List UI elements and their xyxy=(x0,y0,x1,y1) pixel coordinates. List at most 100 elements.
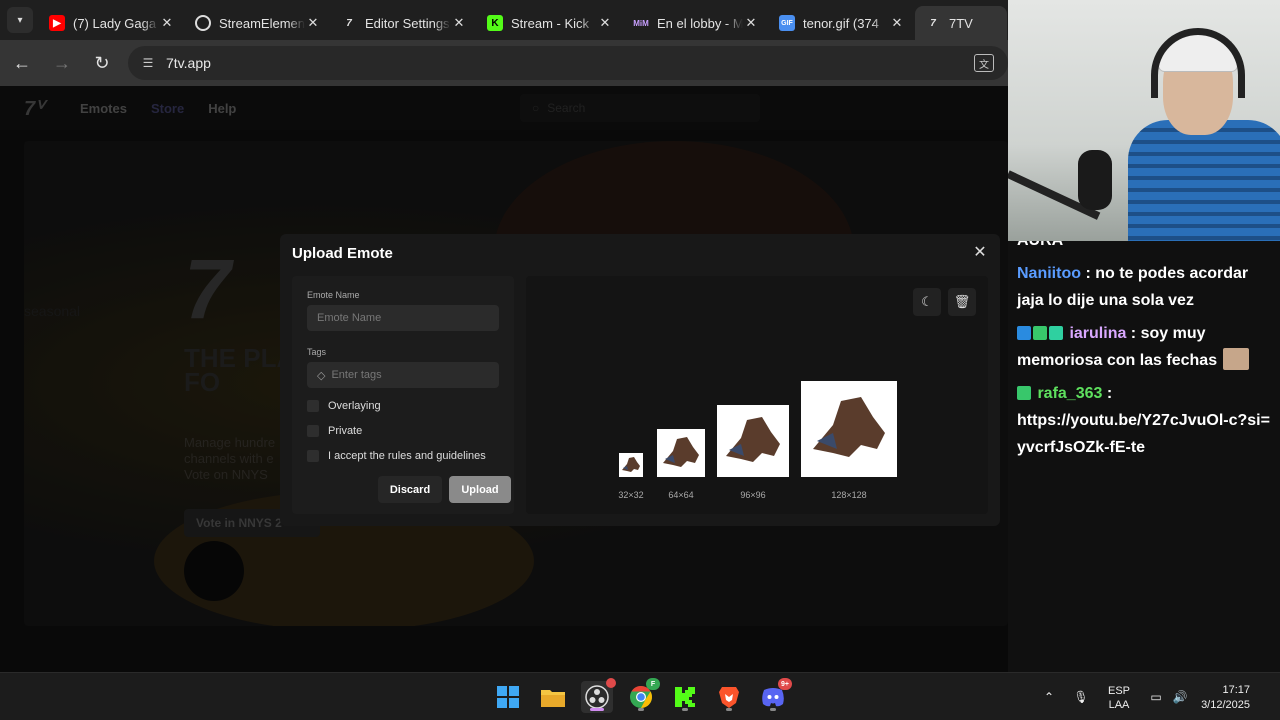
checkbox[interactable] xyxy=(307,400,319,412)
chat-overlay: AURA Naniitoo : no te podes acordar jaja… xyxy=(1008,241,1280,672)
emote-preview-32 xyxy=(619,453,643,477)
close-icon[interactable]: ✕ xyxy=(743,15,759,31)
emote-name-input[interactable]: Emote Name xyxy=(307,305,499,331)
moon-icon[interactable]: ☾ xyxy=(913,288,941,316)
notification-badge: 9+ xyxy=(778,678,792,690)
browser-tab[interactable]: MiM En el lobby - M ✕ xyxy=(623,6,769,40)
system-clock[interactable]: 17:17 3/12/2025 xyxy=(1201,683,1250,713)
back-arrow-icon[interactable]: ← xyxy=(4,45,40,81)
streamelements-icon xyxy=(195,15,211,31)
chat-username: iarulina xyxy=(1069,325,1127,342)
browser-tab[interactable]: StreamElements ✕ xyxy=(185,6,331,40)
headset xyxy=(1151,28,1245,98)
size-label: 64×64 xyxy=(668,490,694,500)
browser-tab-active[interactable]: 7 7TV xyxy=(915,6,1007,40)
chat-message: Naniitoo : no te podes acordar jaja lo d… xyxy=(1017,265,1249,309)
brave-icon[interactable] xyxy=(713,681,745,713)
youtube-icon: ▶ xyxy=(49,15,65,31)
close-icon[interactable]: ✕ xyxy=(305,15,321,31)
private-checkbox[interactable]: Private xyxy=(307,425,362,437)
size-label: 32×32 xyxy=(618,490,644,500)
url-text: 7tv.app xyxy=(166,55,211,71)
language-indicator[interactable]: ESP LAA xyxy=(1104,684,1134,712)
keyboard-layout: LAA xyxy=(1108,699,1130,711)
tags-input[interactable]: ◇ Enter tags xyxy=(307,362,499,388)
obs-logo xyxy=(585,685,609,709)
checkbox[interactable] xyxy=(307,425,319,437)
running-indicator xyxy=(726,708,732,711)
network-icon[interactable]: ▭ xyxy=(1146,673,1166,720)
upload-form: Emote Name Emote Name Tags ◇ Enter tags … xyxy=(292,276,514,514)
notification-dot xyxy=(606,678,616,688)
overlaying-checkbox[interactable]: Overlaying xyxy=(307,400,381,412)
size-label: 96×96 xyxy=(740,490,766,500)
emote-preview-96 xyxy=(717,405,789,477)
chat-message: iarulina : soy muy memoriosa con las fec… xyxy=(1017,320,1275,374)
browser-tab[interactable]: GIF tenor.gif (374 ✕ xyxy=(769,6,915,40)
tab-search-button[interactable]: ▾ xyxy=(7,7,33,33)
emote-image xyxy=(663,437,699,467)
clock-date: 3/12/2025 xyxy=(1201,699,1250,711)
chat-badge-icon xyxy=(1017,386,1031,400)
checkbox[interactable] xyxy=(307,450,319,462)
windows-taskbar: F 9+ ⌃ 🎙 ESP LAA ▭ 🔊 17:17 3/12/2025 xyxy=(0,672,1280,720)
address-bar[interactable]: ☰ 7tv.app 文 xyxy=(128,46,1008,80)
windows-start-icon[interactable] xyxy=(492,681,524,713)
obs-icon[interactable] xyxy=(581,678,616,713)
close-icon[interactable]: ✕ xyxy=(451,15,467,31)
discord-icon[interactable]: 9+ xyxy=(757,678,792,713)
emote-image xyxy=(813,397,885,457)
trash-icon[interactable]: 🗑 xyxy=(948,288,976,316)
browser-tab[interactable]: 7 Editor Settings ✕ xyxy=(331,6,477,40)
7tv-icon: 7 xyxy=(346,17,352,29)
streamer-shirt xyxy=(1128,120,1280,241)
forward-arrow-icon[interactable]: → xyxy=(44,45,80,81)
emote-name-placeholder: Emote Name xyxy=(317,312,382,324)
close-icon[interactable]: ✕ xyxy=(970,242,990,262)
size-label: 128×128 xyxy=(831,490,867,500)
close-icon[interactable]: ✕ xyxy=(889,15,905,31)
tag-icon: ◇ xyxy=(317,369,326,382)
dialog-title: Upload Emote xyxy=(292,245,393,262)
brave-logo xyxy=(719,687,739,708)
browser-tab-bar: ▾ ▶ (7) Lady Gaga ✕ StreamElements ✕ 7 E… xyxy=(0,0,1008,40)
close-icon[interactable]: ✕ xyxy=(159,15,175,31)
chat-text: https://youtu.be/Y27cJvuOl-c?si=yvcrfJsO… xyxy=(1017,412,1270,456)
chat-message: rafa_363 : https://youtu.be/Y27cJvuOl-c?s… xyxy=(1017,385,1270,456)
reload-icon[interactable]: ↻ xyxy=(84,45,120,81)
browser-tab[interactable]: K Stream - Kick ✕ xyxy=(477,6,623,40)
file-explorer-icon[interactable] xyxy=(537,681,569,713)
chat-badge-icon xyxy=(1049,326,1063,340)
close-icon[interactable]: ✕ xyxy=(597,15,613,31)
checkbox-label: Private xyxy=(328,425,363,437)
chrome-icon[interactable]: F xyxy=(625,678,660,713)
chat-message-fragment: AURA xyxy=(1017,241,1063,254)
running-indicator xyxy=(638,708,644,711)
tags-placeholder: Enter tags xyxy=(331,369,382,381)
emote-preview-128 xyxy=(801,381,897,477)
tags-label: Tags xyxy=(307,347,327,357)
chevron-up-icon[interactable]: ⌃ xyxy=(1040,673,1058,720)
volume-icon[interactable]: 🔊 xyxy=(1170,673,1190,720)
tab-label: StreamElements xyxy=(219,15,305,31)
tab-label: Stream - Kick xyxy=(511,15,590,31)
tab-label: tenor.gif (374 xyxy=(803,15,879,31)
browser-tab[interactable]: ▶ (7) Lady Gaga ✕ xyxy=(39,6,185,40)
kick-logo xyxy=(675,687,695,707)
checkbox-label: Overlaying xyxy=(328,400,381,412)
discard-button[interactable]: Discard xyxy=(378,476,442,503)
chat-username: Naniitoo xyxy=(1017,265,1081,282)
profile-badge: F xyxy=(646,678,660,690)
site-info-icon[interactable]: ☰ xyxy=(138,56,158,70)
accept-rules-checkbox[interactable]: I accept the rules and guidelines xyxy=(307,450,486,462)
discord-logo xyxy=(762,688,784,707)
translate-icon[interactable]: 文 xyxy=(974,54,994,72)
upload-button[interactable]: Upload xyxy=(449,476,511,503)
microphone-icon[interactable]: 🎙 xyxy=(1072,673,1090,720)
language-code: ESP xyxy=(1107,685,1130,697)
chat-username: rafa_363 xyxy=(1037,385,1103,402)
tab-label: En el lobby - M xyxy=(657,15,743,31)
emote-image xyxy=(726,417,780,462)
chat-badge-icon xyxy=(1033,326,1047,340)
kick-icon[interactable] xyxy=(669,681,701,713)
